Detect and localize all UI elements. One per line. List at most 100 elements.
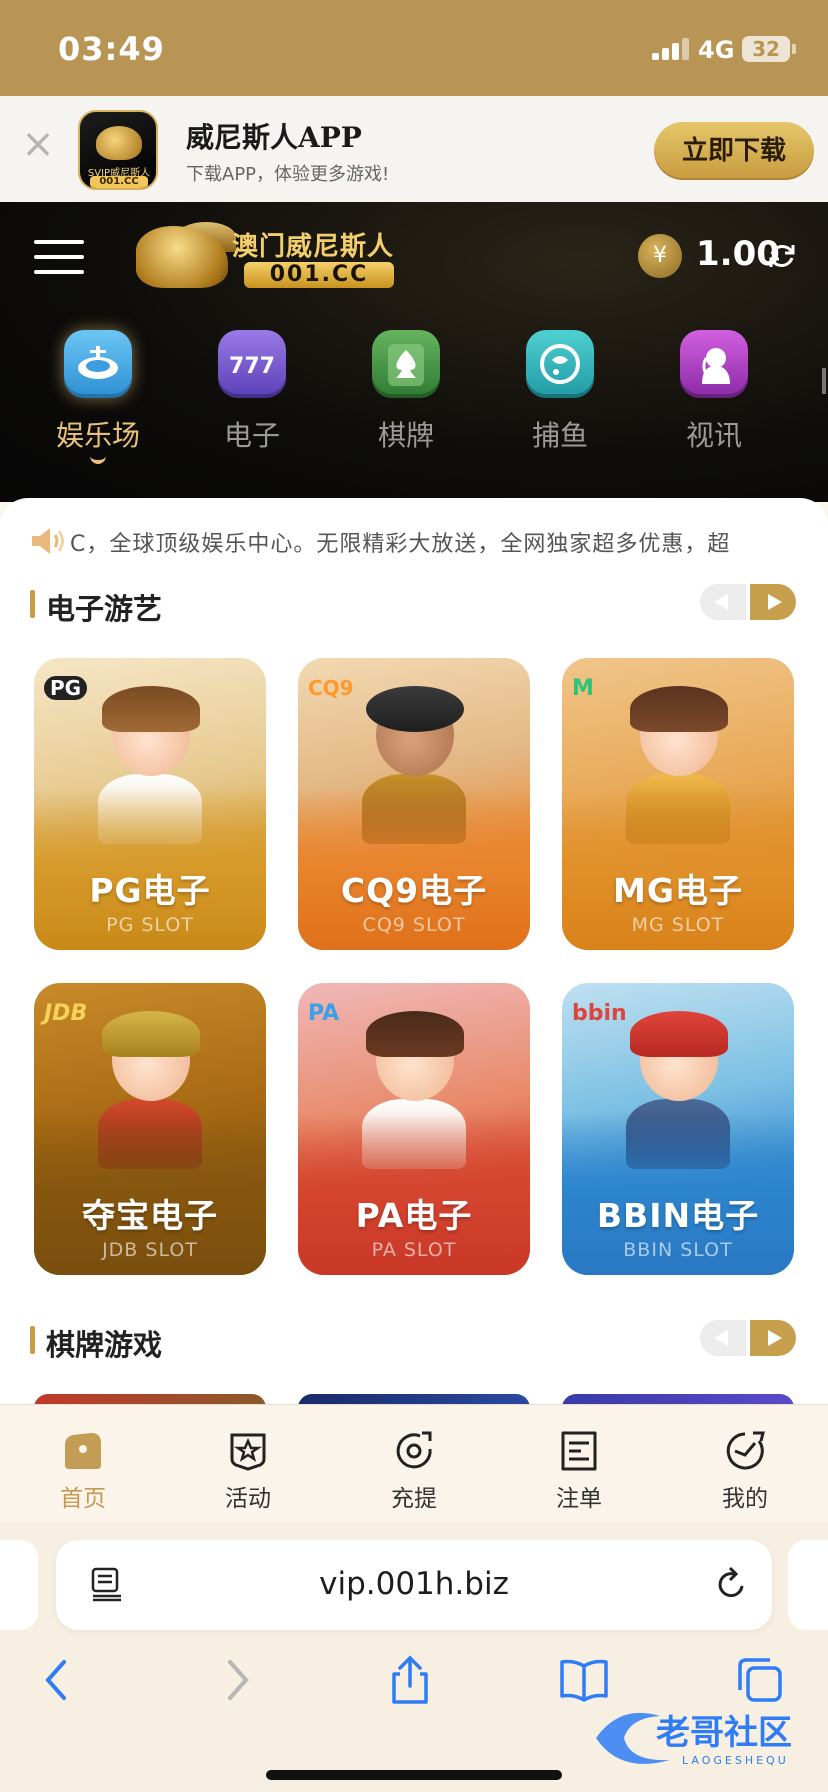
tab-deposit[interactable]: 充提 <box>359 1419 469 1515</box>
network-type: 4G <box>698 36 735 64</box>
site-logo[interactable]: 澳门威尼斯人 001.CC <box>136 222 396 292</box>
brand-badge: M <box>572 676 594 701</box>
tab-home[interactable]: 首页 <box>28 1419 138 1515</box>
game-card-peek[interactable] <box>298 1394 530 1404</box>
game-card-mg[interactable]: M MG电子 MG SLOT <box>562 658 794 950</box>
card-subtitle: JDB SLOT <box>102 1239 198 1261</box>
nav-tab-cards[interactable]: 棋牌 <box>342 328 462 478</box>
app-logo: SVIP威尼斯人 001.CC <box>78 110 158 190</box>
tab-profile[interactable]: 我的 <box>690 1419 800 1515</box>
game-card-pa[interactable]: PA PA电子 PA SLOT <box>298 983 530 1275</box>
nav-overflow-hint <box>822 368 826 394</box>
nav-tab-fishing[interactable]: 捕鱼 <box>496 328 616 478</box>
section-accent-bar <box>30 1326 35 1354</box>
yen-coin-icon: ¥ <box>638 234 682 278</box>
game-card-jdb[interactable]: JDB 夺宝电子 JDB SLOT <box>34 983 266 1275</box>
home-indicator[interactable] <box>266 1770 562 1780</box>
url-text: vip.001h.biz <box>319 1566 509 1602</box>
tab-label: 注单 <box>556 1486 602 1512</box>
bet-slip-icon <box>561 1431 597 1471</box>
slot-777-icon: 777 <box>218 330 286 398</box>
card-title: MG电子 <box>613 871 743 910</box>
status-time: 03:49 <box>58 30 165 68</box>
card-subtitle: CQ9 SLOT <box>362 914 466 936</box>
game-card-bbin[interactable]: bbin BBIN电子 BBIN SLOT <box>562 983 794 1275</box>
live-video-woman-icon <box>680 330 748 398</box>
nav-label: 娱乐场 <box>55 419 140 452</box>
prev-arrow-icon[interactable] <box>700 584 746 620</box>
card-title: 夺宝电子 <box>82 1196 218 1235</box>
svg-text:777: 777 <box>229 354 275 379</box>
address-bar[interactable]: vip.001h.biz <box>56 1540 772 1630</box>
watermark-en: LAOGESHEQU <box>682 1754 789 1767</box>
reload-icon[interactable] <box>712 1564 752 1604</box>
logo-name: 澳门威尼斯人 <box>232 232 395 262</box>
download-button[interactable]: 立即下载 <box>654 122 814 180</box>
refresh-icon[interactable] <box>766 240 798 272</box>
share-icon[interactable] <box>382 1652 438 1708</box>
tab-bets[interactable]: 注单 <box>524 1419 634 1515</box>
game-card-pg[interactable]: PG PG电子 PG SLOT <box>34 658 266 950</box>
tab-label: 充提 <box>391 1486 437 1512</box>
bottom-tab-bar: 首页 活动 充提 注单 我的 <box>0 1404 828 1522</box>
casino-chip-icon <box>64 330 132 398</box>
close-icon[interactable]: × <box>20 124 56 164</box>
section-pager <box>700 584 798 622</box>
card-subtitle: PG SLOT <box>106 914 194 936</box>
brand-badge: bbin <box>572 1001 627 1026</box>
main-content: C，全球顶级娱乐中心。无限精彩大放送，全网独家超多优惠，超 电子游艺 PG PG… <box>0 498 828 1404</box>
profile-icon <box>726 1431 765 1470</box>
previous-tab-preview[interactable] <box>0 1540 38 1630</box>
section-pager <box>700 1320 798 1358</box>
battery-icon: 32 <box>742 36 790 62</box>
active-tab-indicator <box>90 456 106 464</box>
logo-tag-bottom: 001.CC <box>90 176 148 188</box>
fish-icon <box>526 330 594 398</box>
speaker-icon <box>32 528 64 554</box>
hamburger-menu-icon[interactable] <box>34 236 84 278</box>
nav-label: 棋牌 <box>377 419 434 452</box>
section-title: 棋牌游戏 <box>46 1328 163 1362</box>
lion-emblem-icon <box>96 126 142 160</box>
card-title: BBIN电子 <box>596 1196 760 1235</box>
nav-label: 电子 <box>223 419 280 452</box>
game-card-peek[interactable] <box>34 1394 266 1404</box>
status-bar: 03:49 4G 32 <box>0 0 828 96</box>
forward-arrow-icon[interactable] <box>208 1652 264 1708</box>
game-card-peek[interactable] <box>562 1394 794 1404</box>
app-download-banner: × SVIP威尼斯人 001.CC 威尼斯人APP 下载APP，体验更多游戏! … <box>0 96 828 202</box>
site-header: 澳门威尼斯人 001.CC ¥ 1.00 娱乐场 777 电子 棋牌 捕鱼 视讯 <box>0 202 828 502</box>
nav-tab-slots[interactable]: 777 电子 <box>188 328 308 478</box>
tab-label: 首页 <box>60 1486 106 1512</box>
next-arrow-icon[interactable] <box>750 584 796 620</box>
browser-toolbar: vip.001h.biz 老哥社区 LAOGESHEQU <box>0 1522 828 1792</box>
tab-activity[interactable]: 活动 <box>193 1419 303 1515</box>
home-icon <box>65 1433 101 1469</box>
card-title: PA电子 <box>355 1196 473 1235</box>
nav-label: 视讯 <box>685 419 742 452</box>
banner-subtitle: 下载APP，体验更多游戏! <box>186 164 390 185</box>
section-header-card-games: 棋牌游戏 <box>0 1316 828 1366</box>
nav-label: 捕鱼 <box>531 419 588 452</box>
back-arrow-icon[interactable] <box>30 1652 86 1708</box>
brand-badge: CQ9 <box>308 676 354 700</box>
announcement-marquee[interactable]: C，全球顶级娱乐中心。无限精彩大放送，全网独家超多优惠，超 <box>0 512 828 566</box>
brand-badge: JDB <box>44 1001 88 1026</box>
signal-strength-icon <box>652 38 690 60</box>
card-title: PG电子 <box>89 871 211 910</box>
tab-label: 我的 <box>722 1486 768 1512</box>
section-accent-bar <box>30 590 35 618</box>
game-card-cq9[interactable]: CQ9 CQ9电子 CQ9 SLOT <box>298 658 530 950</box>
prev-arrow-icon[interactable] <box>700 1320 746 1356</box>
battery-tip <box>792 44 796 54</box>
card-subtitle: MG SLOT <box>631 914 725 936</box>
next-arrow-icon[interactable] <box>750 1320 796 1356</box>
spade-card-icon <box>372 330 440 398</box>
card-title: CQ9电子 <box>340 871 488 910</box>
nav-tab-casino[interactable]: 娱乐场 <box>34 328 154 478</box>
next-tab-preview[interactable] <box>788 1540 828 1630</box>
section-header-electronic: 电子游艺 <box>0 580 828 630</box>
nav-tab-live[interactable]: 视讯 <box>650 328 770 478</box>
brand-badge: PA <box>308 1001 340 1026</box>
brand-badge: PG <box>44 676 88 700</box>
